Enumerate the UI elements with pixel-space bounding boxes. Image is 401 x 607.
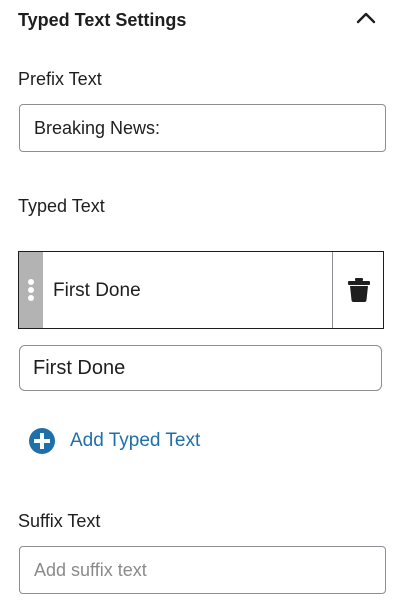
- plus-circle-icon: [29, 428, 55, 454]
- prefix-text-label: Prefix Text: [18, 69, 102, 89]
- prefix-text-input[interactable]: [19, 104, 386, 152]
- typed-text-item-label: First Done: [53, 280, 141, 301]
- trash-icon: [347, 278, 370, 302]
- drag-handle-icon: [28, 279, 34, 301]
- typed-text-item[interactable]: First Done: [18, 251, 384, 329]
- suffix-text-label: Suffix Text: [18, 511, 101, 531]
- typed-text-edit-input[interactable]: [19, 345, 382, 391]
- delete-typed-text-button[interactable]: [333, 252, 384, 328]
- panel-header[interactable]: Typed Text Settings: [0, 0, 401, 40]
- panel-title: Typed Text Settings: [18, 10, 187, 30]
- add-typed-text-button[interactable]: Add Typed Text: [29, 426, 200, 456]
- typed-text-settings-panel: Typed Text Settings Prefix Text Typed Te…: [0, 0, 401, 607]
- collapse-toggle-button[interactable]: [350, 4, 382, 32]
- drag-handle[interactable]: [19, 252, 43, 328]
- add-typed-text-label: Add Typed Text: [70, 430, 201, 451]
- suffix-text-input[interactable]: [19, 546, 386, 594]
- typed-text-label: Typed Text: [18, 196, 105, 216]
- chevron-up-icon: [356, 12, 376, 24]
